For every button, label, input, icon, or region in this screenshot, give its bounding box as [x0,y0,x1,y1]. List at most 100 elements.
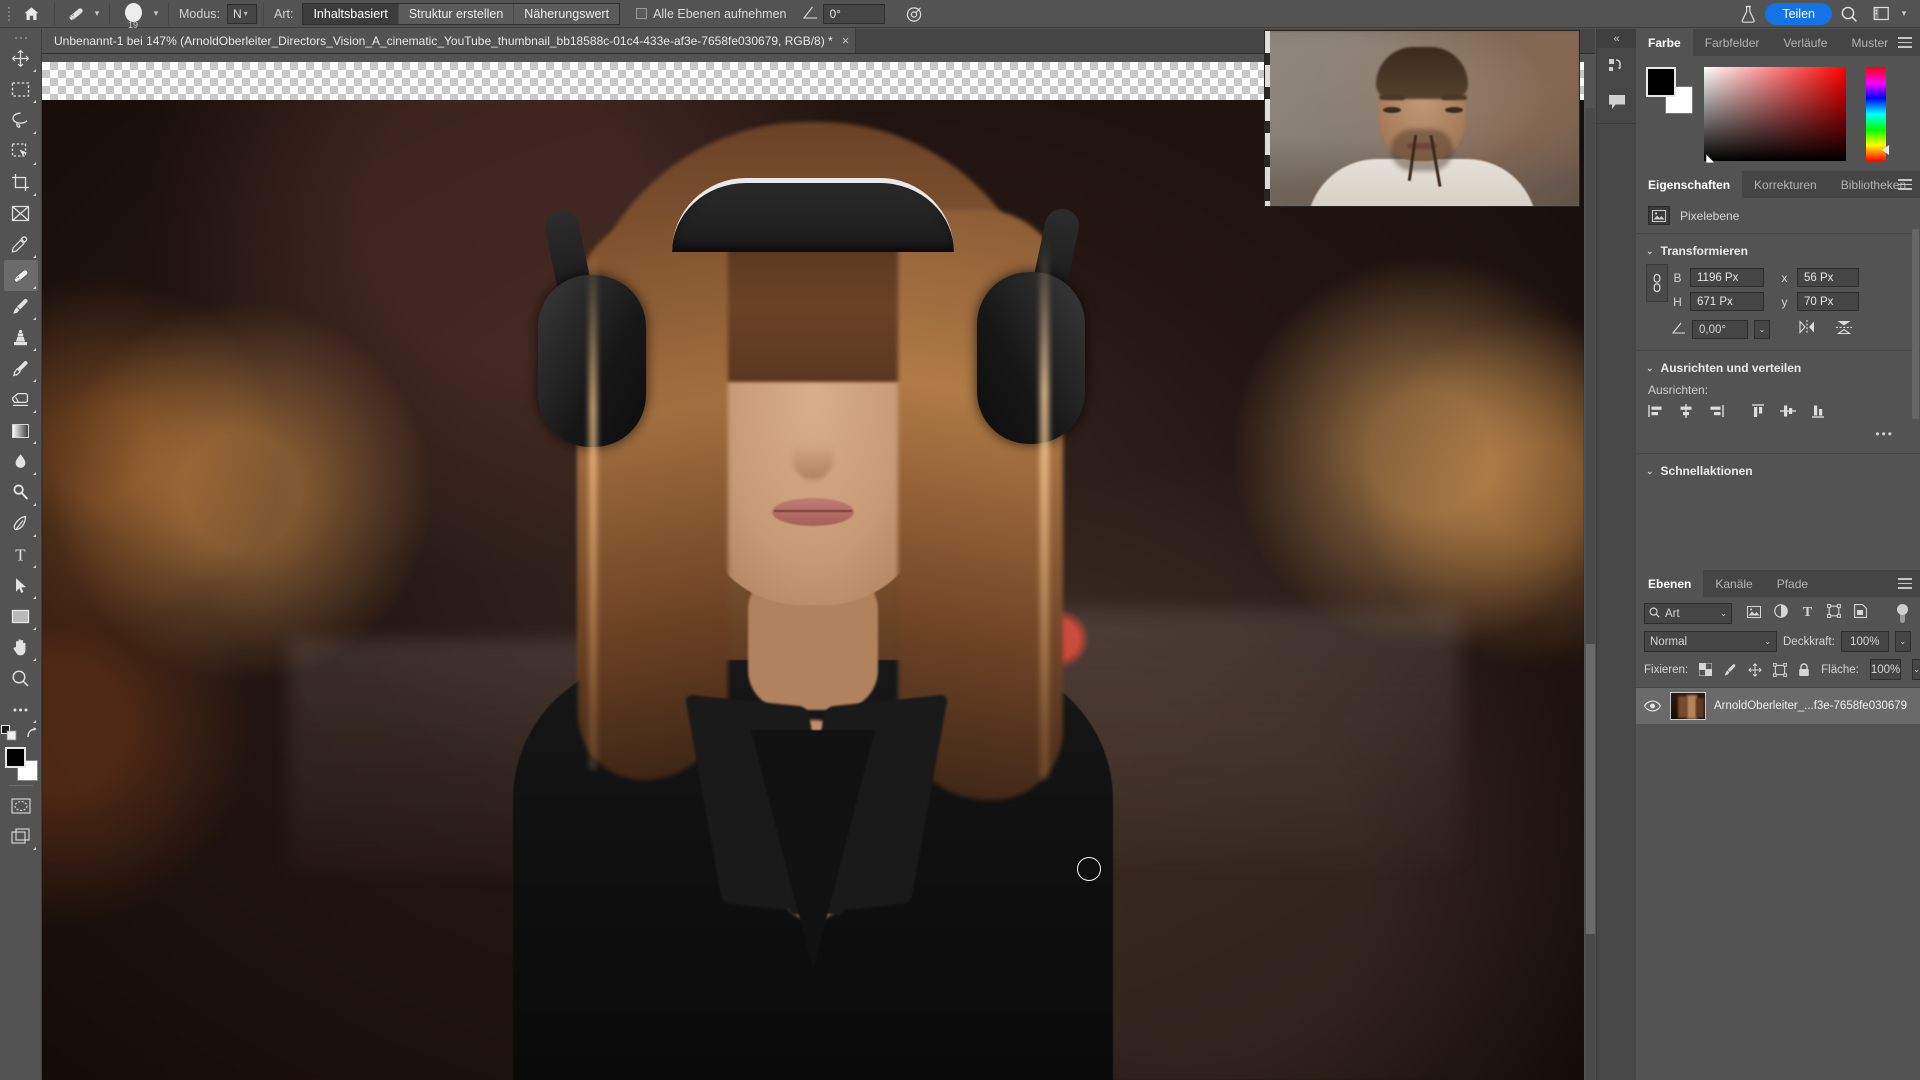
share-button[interactable]: Teilen [1765,2,1832,25]
rectangle-tool[interactable] [4,601,38,632]
align-horizontal-centers-icon[interactable] [1678,403,1694,419]
quick-actions-header[interactable]: ⌄ Schnellaktionen [1636,460,1920,482]
layer-thumbnail[interactable] [1670,692,1706,720]
move-tool[interactable] [4,43,38,74]
mode-select[interactable]: N ▾ [227,3,257,24]
sample-all-layers-checkbox[interactable]: Alle Ebenen aufnehmen [636,7,787,21]
blur-tool[interactable] [4,446,38,477]
tab-muster[interactable]: Muster [1839,29,1900,56]
lock-all-icon[interactable] [1798,662,1810,677]
table-row[interactable]: ArnoldOberleiter_...f3e-7658fe030679 [1636,688,1920,724]
fill-input[interactable]: 100% [1869,659,1902,680]
foreground-color-swatch[interactable] [4,747,26,768]
tab-eigenschaften[interactable]: Eigenschaften [1636,171,1743,198]
pen-tool[interactable] [4,508,38,539]
history-brush-tool[interactable] [4,353,38,384]
pressure-target-icon[interactable] [899,0,929,28]
panel-menu-icon[interactable] [1898,179,1912,190]
hue-strip[interactable] [1866,67,1889,161]
tab-farbe[interactable]: Farbe [1636,29,1693,56]
tab-kanaele[interactable]: Kanäle [1703,570,1764,597]
type-option-create-texture[interactable]: Struktur erstellen [398,3,515,24]
angle-input[interactable]: 0° [822,3,885,24]
home-icon[interactable] [14,0,48,28]
lock-image-pixels-icon[interactable] [1723,662,1737,677]
edit-toolbar-button[interactable] [4,694,38,725]
panel-menu-icon[interactable] [1898,37,1912,48]
transform-section-header[interactable]: ⌄ Transformieren [1636,240,1920,262]
lasso-tool[interactable] [4,105,38,136]
options-bar-grip[interactable] [0,0,14,28]
height-input[interactable]: 671 Px [1690,292,1764,311]
layer-filter-kind-select[interactable]: Art ⌄ [1644,603,1732,624]
frame-tool[interactable] [4,198,38,229]
flip-horizontal-icon[interactable] [1798,320,1816,339]
canvas-area[interactable] [42,54,1595,1080]
spot-healing-brush-icon[interactable] [61,0,91,28]
close-icon[interactable]: × [842,34,850,47]
search-icon[interactable] [1834,0,1864,28]
filter-toggle-switch[interactable] [1896,603,1910,624]
default-colors-icon[interactable] [1,724,17,746]
angle-input[interactable]: 0,00° [1692,320,1748,339]
screen-mode-icon[interactable] [4,821,38,852]
filter-adjustment-icon[interactable] [1774,604,1788,623]
gradient-tool[interactable] [4,415,38,446]
path-selection-tool[interactable] [4,570,38,601]
brush-size-preview[interactable]: 19 [116,0,150,29]
vertical-scrollbar-thumb[interactable] [1586,644,1595,934]
more-options-icon[interactable]: ••• [1636,425,1920,449]
align-bottom-edges-icon[interactable] [1810,403,1826,419]
type-tool[interactable]: T [4,539,38,570]
history-panel-icon[interactable] [1597,48,1637,84]
flask-icon[interactable] [1733,0,1763,28]
x-input[interactable]: 56 Px [1797,268,1859,287]
foreground-color-swatch[interactable] [1646,67,1676,97]
filter-type-icon[interactable]: T [1801,604,1814,623]
eyedropper-tool[interactable] [4,229,38,260]
document-tab[interactable]: Unbenannt-1 bei 147% (ArnoldOberleiter_D… [42,28,857,53]
blend-mode-select[interactable]: Normal ⌄ [1644,631,1777,652]
align-vertical-centers-icon[interactable] [1780,403,1796,419]
rectangular-marquee-tool[interactable] [4,74,38,105]
type-option-proximity-match[interactable]: Näherungswert [514,3,620,24]
lock-artboard-nesting-icon[interactable] [1773,662,1788,677]
filter-shape-icon[interactable] [1827,604,1841,623]
tab-verlaeufe[interactable]: Verläufe [1771,29,1839,56]
clone-stamp-tool[interactable] [4,322,38,353]
filter-smart-object-icon[interactable] [1854,604,1868,623]
lock-transparent-pixels-icon[interactable] [1699,662,1713,677]
filter-pixel-icon[interactable] [1747,605,1761,623]
align-right-edges-icon[interactable] [1708,403,1724,419]
vertical-scrollbar-track[interactable] [1586,108,1595,1080]
workspace-icon[interactable] [1866,0,1896,28]
eraser-tool[interactable] [4,384,38,415]
opacity-input[interactable]: 100% [1840,631,1889,652]
dodge-tool[interactable] [4,477,38,508]
angle-chevron-down-icon[interactable]: ⌄ [1754,320,1770,339]
zoom-tool[interactable] [4,663,38,694]
object-selection-tool[interactable] [4,136,38,167]
tab-pfade[interactable]: Pfade [1765,570,1820,597]
swap-colors-icon[interactable] [25,725,40,745]
color-field[interactable] [1704,67,1846,164]
fill-chevron-down-icon[interactable]: ⌄ [1912,659,1920,680]
tab-ebenen[interactable]: Ebenen [1636,570,1704,597]
workspace-chevron-down-icon[interactable]: ▾ [1898,0,1910,28]
brush-preset-chevron-icon[interactable]: ▾ [91,0,103,28]
crop-tool[interactable] [4,167,38,198]
y-input[interactable]: 70 Px [1797,292,1859,311]
link-aspect-ratio-icon[interactable] [1646,264,1668,302]
spot-healing-brush-tool[interactable] [3,260,38,291]
align-left-edges-icon[interactable] [1648,403,1664,419]
double-chevron-left-icon[interactable]: « [1596,29,1637,48]
comments-panel-icon[interactable] [1597,84,1637,120]
tab-korrekturen[interactable]: Korrekturen [1742,171,1829,198]
color-panel-swatches[interactable] [1646,67,1693,114]
opacity-chevron-down-icon[interactable]: ⌄ [1894,631,1911,652]
align-section-header[interactable]: ⌄ Ausrichten und verteilen [1636,357,1920,379]
brush-tool[interactable] [4,291,38,322]
properties-scrollbar[interactable] [1912,229,1919,419]
brush-settings-chevron-icon[interactable]: ▾ [150,0,162,28]
lock-position-icon[interactable] [1748,662,1762,677]
